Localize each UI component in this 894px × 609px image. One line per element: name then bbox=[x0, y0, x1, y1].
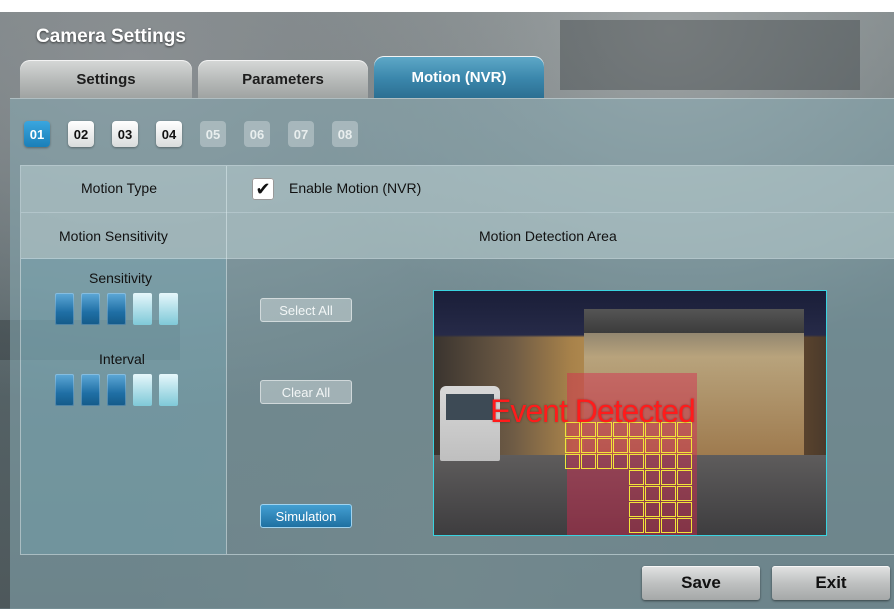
motion-grid-cell[interactable] bbox=[581, 454, 596, 469]
motion-grid-cell[interactable] bbox=[677, 438, 692, 453]
motion-grid-cell[interactable] bbox=[581, 438, 596, 453]
channel-button-07[interactable]: 07 bbox=[288, 121, 314, 147]
camera-preview[interactable]: Event Detected bbox=[433, 290, 827, 536]
tab-parameters[interactable]: Parameters bbox=[198, 60, 368, 98]
sensitivity-bar[interactable] bbox=[133, 293, 152, 325]
motion-grid-cell[interactable] bbox=[629, 518, 644, 533]
motion-grid-cell[interactable] bbox=[661, 486, 676, 501]
interval-bar[interactable] bbox=[159, 374, 178, 406]
motion-grid-cell[interactable] bbox=[677, 454, 692, 469]
enable-motion-label: Enable Motion (NVR) bbox=[289, 180, 422, 196]
sensitivity-bar[interactable] bbox=[81, 293, 100, 325]
motion-grid-cell[interactable] bbox=[565, 438, 580, 453]
checkmark-icon: ✔ bbox=[255, 178, 271, 199]
sensitivity-bar[interactable] bbox=[107, 293, 126, 325]
exit-button[interactable]: Exit bbox=[772, 566, 890, 600]
motion-grid-cell[interactable] bbox=[661, 470, 676, 485]
channel-button-01[interactable]: 01 bbox=[24, 121, 50, 147]
event-detected-text: Event Detected bbox=[490, 393, 696, 429]
interval-bar[interactable] bbox=[81, 374, 100, 406]
channel-button-08[interactable]: 08 bbox=[332, 121, 358, 147]
channel-button-06[interactable]: 06 bbox=[244, 121, 270, 147]
motion-grid-cell[interactable] bbox=[597, 438, 612, 453]
interval-bar[interactable] bbox=[55, 374, 74, 406]
select-all-button[interactable]: Select All bbox=[260, 298, 352, 322]
interval-bar[interactable] bbox=[133, 374, 152, 406]
motion-grid-cell[interactable] bbox=[661, 502, 676, 517]
motion-grid-cell[interactable] bbox=[629, 454, 644, 469]
channel-button-04[interactable]: 04 bbox=[156, 121, 182, 147]
motion-grid-cell[interactable] bbox=[645, 486, 660, 501]
motion-grid-cell[interactable] bbox=[677, 502, 692, 517]
sensitivity-level-bars[interactable] bbox=[55, 293, 178, 325]
motion-grid-cell[interactable] bbox=[565, 454, 580, 469]
motion-type-label: Motion Type bbox=[81, 180, 158, 196]
tab-settings[interactable]: Settings bbox=[20, 60, 192, 98]
simulation-button[interactable]: Simulation bbox=[260, 504, 352, 528]
motion-detection-area-header: Motion Detection Area bbox=[479, 228, 617, 244]
divider bbox=[226, 166, 227, 554]
motion-grid-cell[interactable] bbox=[629, 486, 644, 501]
sensitivity-bar[interactable] bbox=[55, 293, 74, 325]
motion-grid-cell[interactable] bbox=[629, 470, 644, 485]
channel-button-02[interactable]: 02 bbox=[68, 121, 94, 147]
motion-grid-cell[interactable] bbox=[629, 438, 644, 453]
bg-shape bbox=[560, 20, 860, 90]
tab-motion-nvr[interactable]: Motion (NVR) bbox=[374, 56, 544, 98]
motion-grid-cell[interactable] bbox=[677, 470, 692, 485]
motion-grid-cell[interactable] bbox=[645, 502, 660, 517]
channel-button-03[interactable]: 03 bbox=[112, 121, 138, 147]
motion-grid-cell[interactable] bbox=[613, 454, 628, 469]
motion-grid-cell[interactable] bbox=[645, 518, 660, 533]
sensitivity-label: Sensitivity bbox=[89, 270, 153, 286]
motion-grid-cell[interactable] bbox=[661, 454, 676, 469]
motion-grid-cell[interactable] bbox=[645, 454, 660, 469]
motion-grid-cell[interactable] bbox=[645, 470, 660, 485]
motion-grid-cell[interactable] bbox=[677, 486, 692, 501]
motion-sensitivity-header: Motion Sensitivity bbox=[59, 228, 168, 244]
save-button[interactable]: Save bbox=[642, 566, 760, 600]
divider bbox=[21, 212, 894, 213]
motion-grid-cell[interactable] bbox=[661, 518, 676, 533]
window-title: Camera Settings bbox=[36, 26, 186, 47]
sensitivity-bar[interactable] bbox=[159, 293, 178, 325]
enable-motion-checkbox[interactable]: ✔ bbox=[252, 178, 274, 200]
interval-label: Interval bbox=[99, 351, 145, 367]
motion-grid-cell[interactable] bbox=[629, 502, 644, 517]
clear-all-button[interactable]: Clear All bbox=[260, 380, 352, 404]
motion-grid-cell[interactable] bbox=[613, 438, 628, 453]
top-strip bbox=[0, 0, 894, 12]
interval-level-bars[interactable] bbox=[55, 374, 178, 406]
motion-grid-cell[interactable] bbox=[677, 518, 692, 533]
divider bbox=[21, 258, 894, 259]
motion-grid-cell[interactable] bbox=[645, 438, 660, 453]
motion-grid-cell[interactable] bbox=[661, 438, 676, 453]
motion-grid-cell[interactable] bbox=[597, 454, 612, 469]
channel-button-05[interactable]: 05 bbox=[200, 121, 226, 147]
interval-bar[interactable] bbox=[107, 374, 126, 406]
